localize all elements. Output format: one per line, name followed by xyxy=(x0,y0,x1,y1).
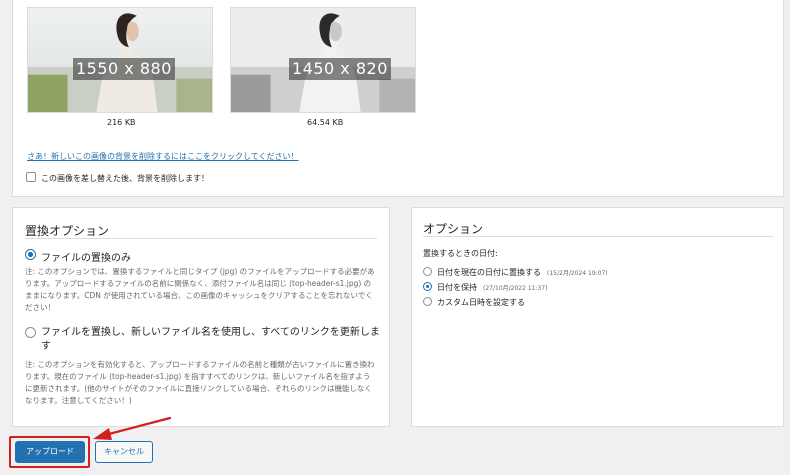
current-image-dimensions: 1550 x 880 xyxy=(73,58,175,80)
replace-only-radio[interactable] xyxy=(25,249,36,260)
options-title: オプション xyxy=(423,222,484,236)
remove-background-checkbox[interactable] xyxy=(26,172,36,182)
replace-options-panel: 置換オプション ファイルの置換のみ 注: このオプションでは、置換するファイルと… xyxy=(12,207,390,427)
image-preview-panel: 1550 x 880 1450 x 820 216 KB 64.54 KB さあ… xyxy=(12,0,784,197)
date-keep-value: (27/10月/2022 11:37) xyxy=(483,285,548,292)
new-image-size: 64.54 KB xyxy=(307,118,344,127)
date-keep-radio[interactable] xyxy=(423,282,432,291)
current-image-size: 216 KB xyxy=(107,118,136,127)
date-now-radio[interactable] xyxy=(423,267,432,276)
date-heading: 置換するときの日付: xyxy=(423,249,498,258)
upload-button[interactable]: アップロード xyxy=(15,441,85,463)
replace-only-note: 注: このオプションでは、置換するファイルと同じタイプ (jpg) のファイルを… xyxy=(25,267,375,312)
date-now-option: 日付を現在の日付に置換する (15/2月/2024 19:07) xyxy=(437,267,608,278)
date-keep-option: 日付を保持 (27/10月/2022 11:37) xyxy=(437,282,547,293)
remove-background-link[interactable]: さあ！新しいこの画像の背景を削除するにはここをクリックしてください！ xyxy=(27,151,299,162)
remove-background-checkbox-label: この画像を差し替えた後、背景を削除します！ xyxy=(41,174,209,183)
pointer-arrow-icon xyxy=(93,416,172,440)
date-custom-label: カスタム日時を設定する xyxy=(437,298,525,307)
date-custom-radio[interactable] xyxy=(423,297,432,306)
title-divider xyxy=(25,238,377,239)
replace-rename-radio[interactable] xyxy=(25,327,36,338)
replace-rename-label: ファイルを置換し、新しいファイル名を使用し、すべてのリンクを更新します xyxy=(41,327,380,352)
replace-options-title: 置換オプション xyxy=(25,224,110,238)
new-image-thumbnail: 1450 x 820 xyxy=(230,7,416,113)
options-panel: オプション 置換するときの日付: 日付を現在の日付に置換する (15/2月/202… xyxy=(411,207,784,427)
date-keep-label: 日付を保持 xyxy=(437,283,477,292)
date-now-label: 日付を現在の日付に置換する xyxy=(437,268,541,277)
title-divider xyxy=(423,236,773,237)
replace-only-label: ファイルの置換のみ xyxy=(41,253,131,264)
replace-rename-note: 注: このオプションを有効化すると、アップロードするファイルの名前と種類が古いフ… xyxy=(25,360,375,405)
date-now-value: (15/2月/2024 19:07) xyxy=(547,270,608,277)
current-image-thumbnail: 1550 x 880 xyxy=(27,7,213,113)
new-image-dimensions: 1450 x 820 xyxy=(289,58,391,80)
